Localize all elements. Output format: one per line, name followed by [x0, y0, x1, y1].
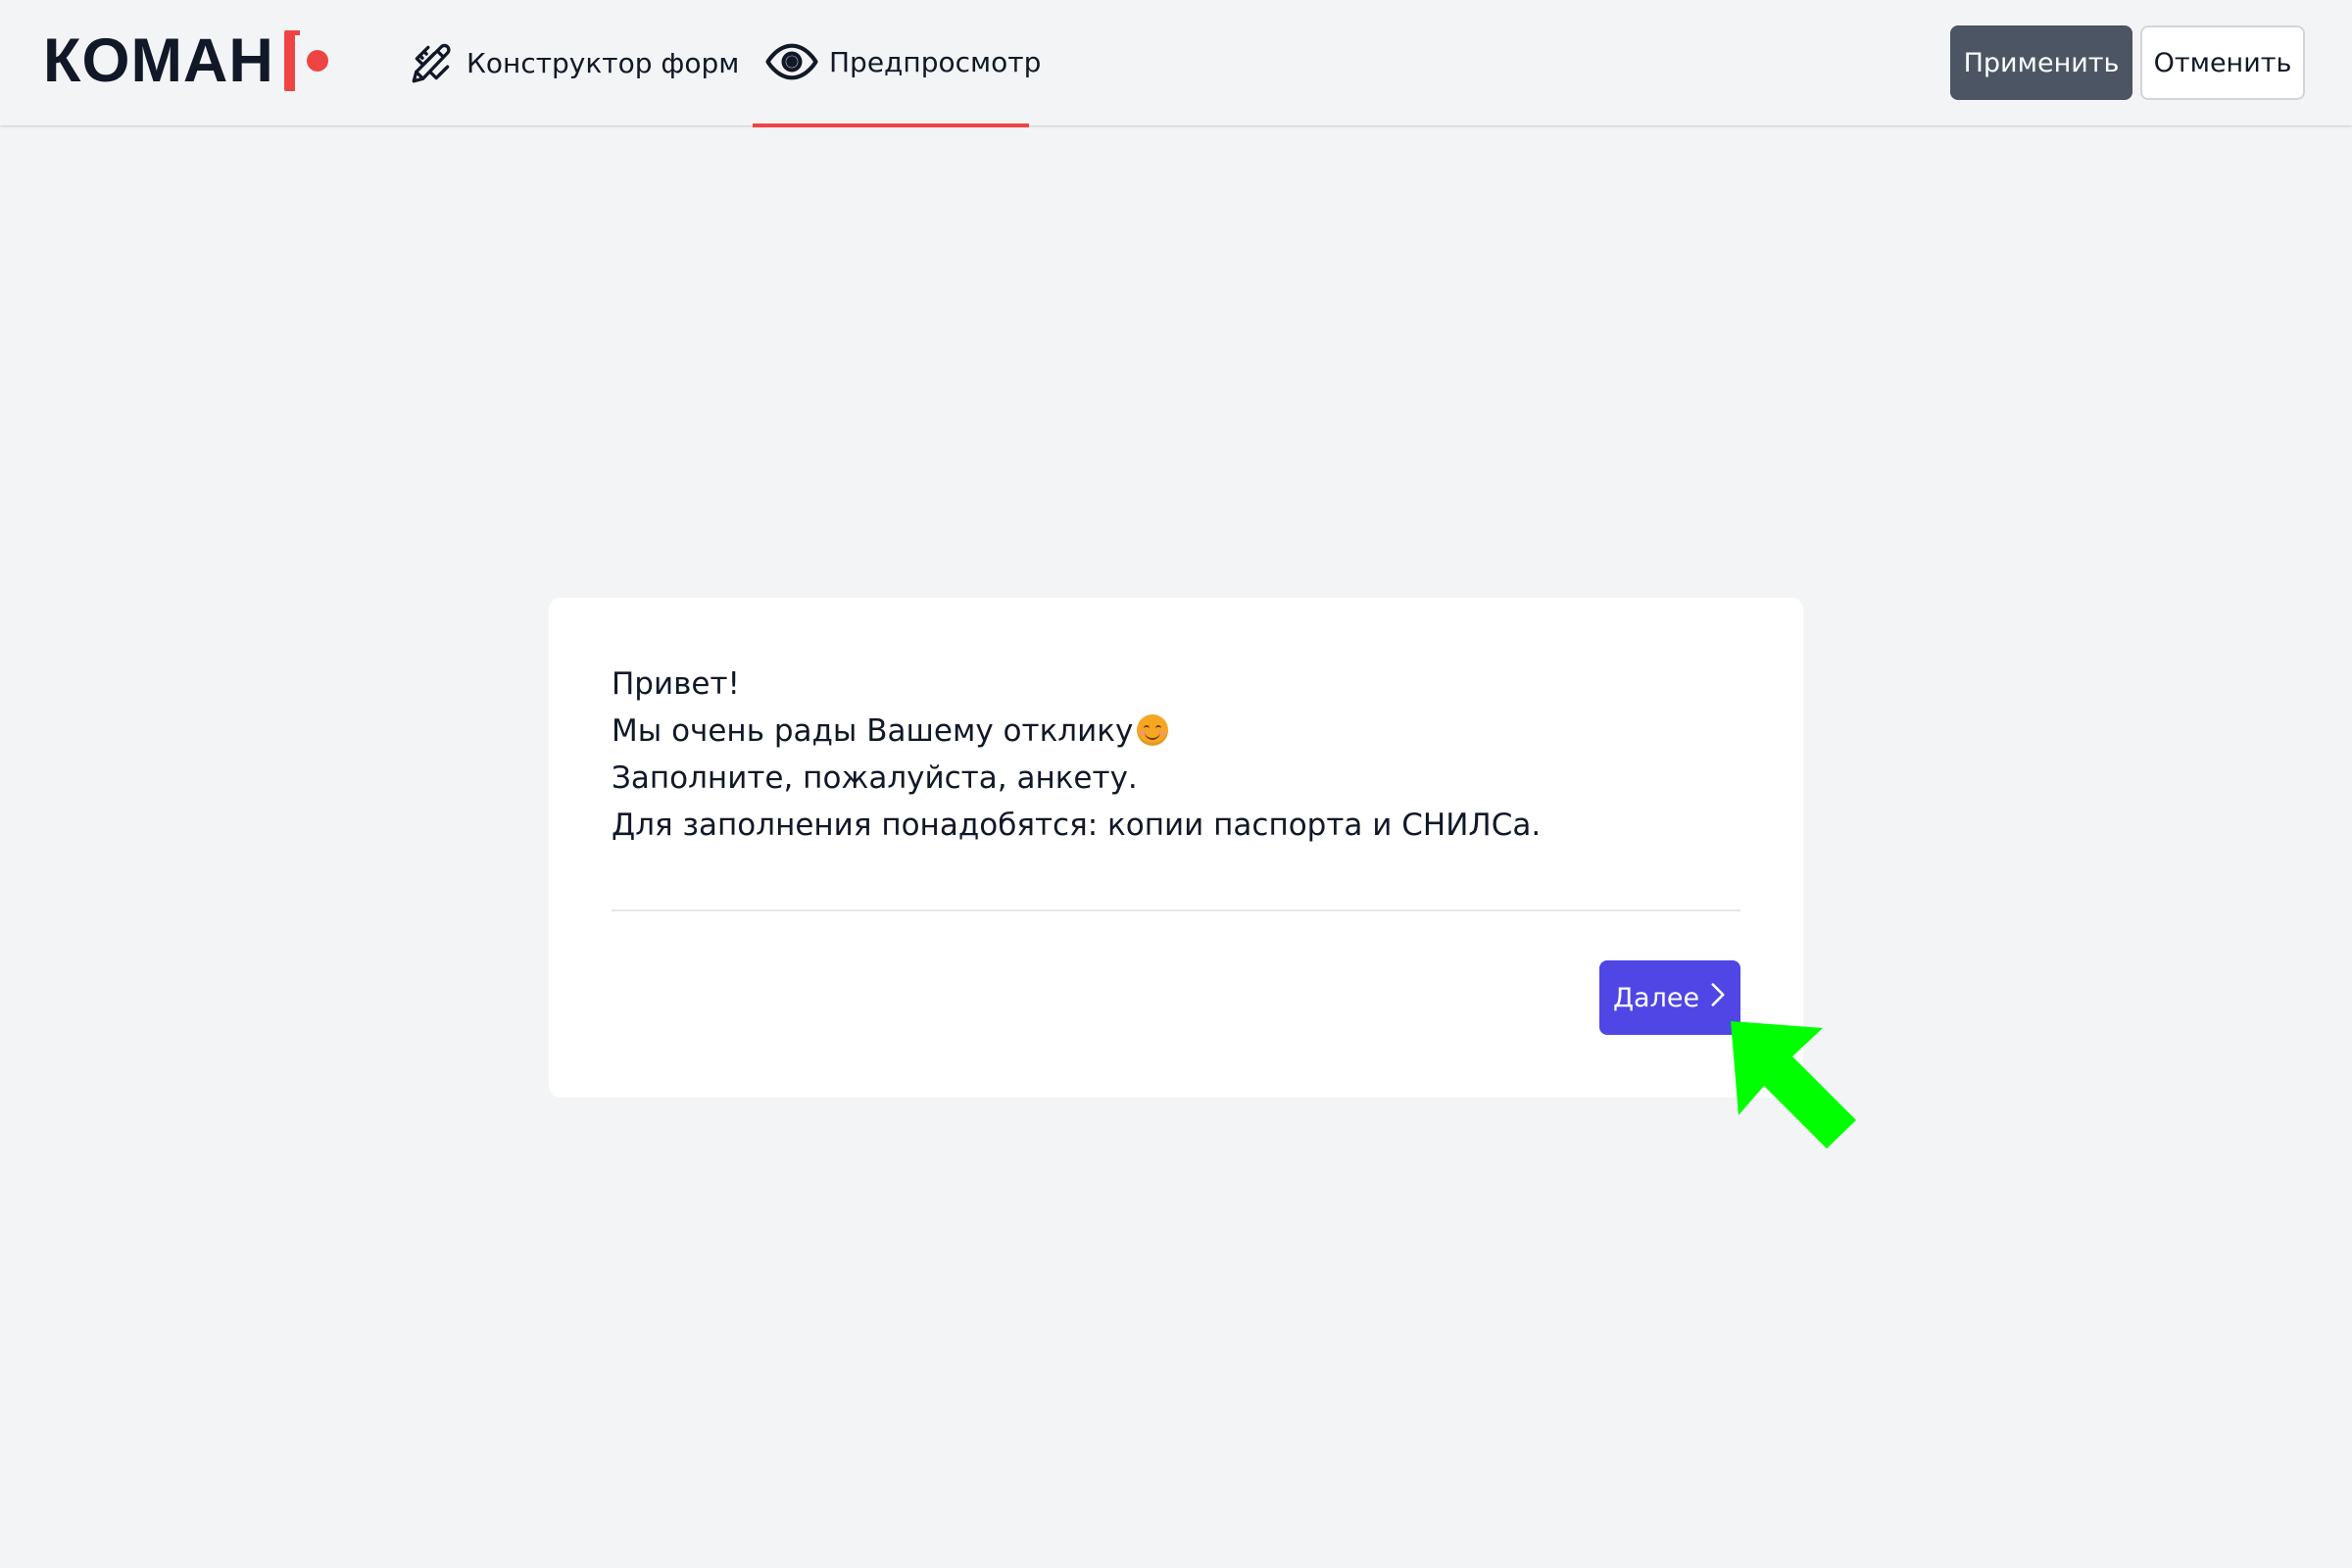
logo-bracket-mark	[283, 30, 300, 91]
divider	[612, 909, 1740, 911]
tab-preview[interactable]: Предпросмотр	[753, 0, 1041, 127]
logo-dot-mark	[306, 50, 328, 72]
smiling-face-icon	[1137, 714, 1169, 746]
welcome-message: Привет! Мы очень рады Вашему отклику Зап…	[612, 661, 1739, 849]
cancel-button[interactable]: Отменить	[2140, 25, 2305, 100]
logo[interactable]: КОМАН	[43, 25, 328, 96]
top-navigation-bar: КОМАН Конструктор форм Предпросмотр Прим…	[0, 0, 2352, 127]
green-arrow-pointer-icon	[1723, 1013, 1860, 1151]
pencil-ruler-icon	[408, 38, 457, 87]
next-button[interactable]: Далее	[1599, 960, 1740, 1035]
welcome-line-greeting: Привет!	[612, 666, 740, 702]
tab-preview-label: Предпросмотр	[829, 45, 1042, 78]
logo-text: КОМАН	[43, 25, 274, 95]
welcome-line-thanks-text: Мы очень рады Вашему отклику	[612, 713, 1134, 749]
tab-form-builder[interactable]: Конструктор форм	[408, 0, 739, 125]
welcome-line-thanks: Мы очень рады Вашему отклику	[612, 708, 1739, 755]
welcome-line-documents: Для заполнения понадобятся: копии паспор…	[612, 808, 1542, 843]
form-preview-card: Привет! Мы очень рады Вашему отклику Зап…	[549, 598, 1803, 1098]
next-button-label: Далее	[1612, 982, 1700, 1013]
eye-icon	[764, 34, 819, 89]
welcome-line-request: Заполните, пожалуйста, анкету.	[612, 760, 1138, 796]
chevron-right-icon	[1709, 982, 1727, 1014]
tab-form-builder-label: Конструктор форм	[466, 46, 740, 79]
apply-button[interactable]: Применить	[1950, 25, 2132, 100]
